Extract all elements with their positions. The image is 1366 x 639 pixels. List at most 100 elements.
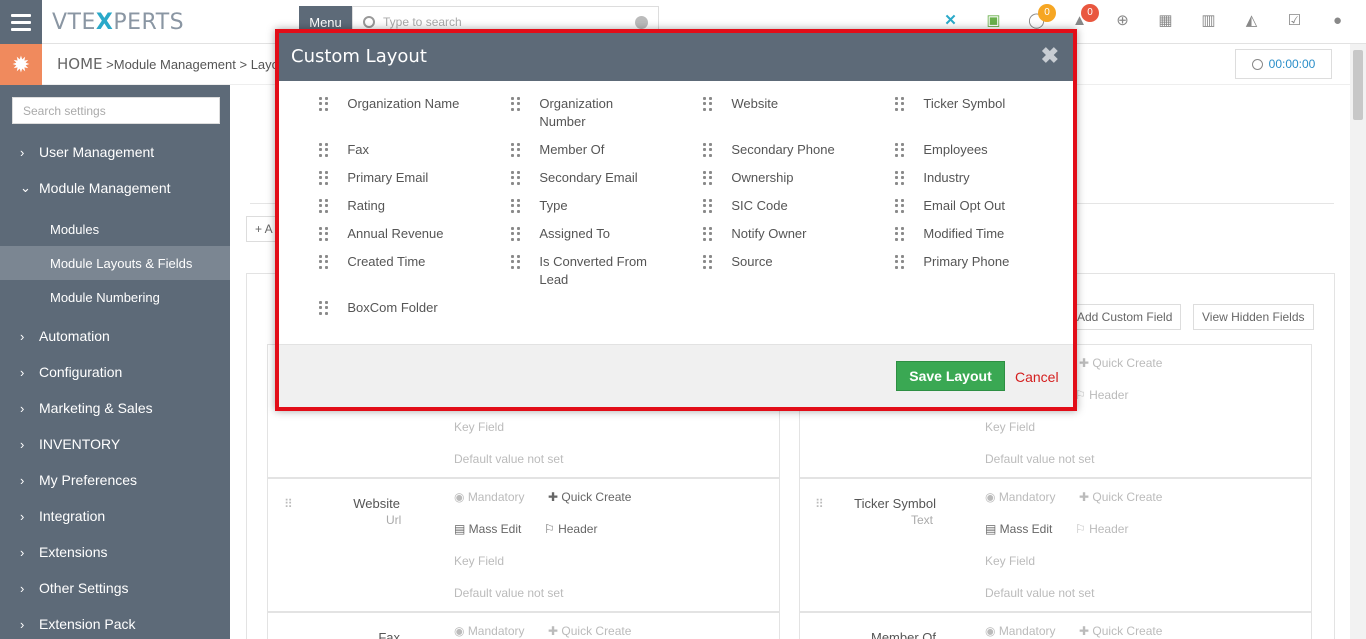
draggable-field-item[interactable]: Rating xyxy=(279,197,469,215)
quick-create-toggle[interactable]: ✚ Quick Create xyxy=(1079,490,1162,504)
bell-icon[interactable]: ▲ 0 xyxy=(1071,4,1099,29)
sidebar-item-module-management[interactable]: ⌄ Module Management xyxy=(0,170,230,206)
drag-handle-icon[interactable] xyxy=(703,97,712,111)
drag-handle-icon[interactable] xyxy=(319,301,328,315)
draggable-field-item[interactable]: Created Time xyxy=(279,253,469,271)
drag-handle-icon[interactable] xyxy=(511,143,520,157)
draggable-field-item[interactable]: Ticker Symbol xyxy=(855,95,1045,113)
scrollbar-thumb[interactable] xyxy=(1353,50,1363,120)
search-options-icon[interactable] xyxy=(635,16,648,29)
drag-handle-icon[interactable] xyxy=(703,143,712,157)
key-field-toggle[interactable]: Key Field xyxy=(985,420,1035,434)
drag-handle-icon[interactable] xyxy=(319,255,328,269)
draggable-field-item[interactable]: Primary Phone xyxy=(855,253,1045,271)
draggable-field-item[interactable]: Ownership xyxy=(663,169,853,187)
mandatory-toggle[interactable]: ◉ Mandatory xyxy=(454,490,525,504)
view-hidden-fields-button[interactable]: View Hidden Fields xyxy=(1193,304,1314,330)
header-toggle[interactable]: ⚐ Header xyxy=(544,522,597,536)
drag-handle-icon[interactable] xyxy=(895,97,904,111)
quick-create-toggle[interactable]: ✚ Quick Create xyxy=(1079,356,1162,370)
sidebar-item-automation[interactable]: › Automation xyxy=(0,318,230,354)
mass-edit-toggle[interactable]: ▤ Mass Edit xyxy=(985,522,1052,536)
header-toggle[interactable]: ⚐ Header xyxy=(1075,522,1128,536)
drag-handle-icon[interactable] xyxy=(703,227,712,241)
key-field-toggle[interactable]: Key Field xyxy=(454,554,504,568)
drag-handle-icon[interactable] xyxy=(511,97,520,111)
sidebar-subitem-modules[interactable]: Modules xyxy=(0,212,230,246)
drag-handle-icon[interactable]: ⠿ xyxy=(284,497,293,511)
quick-create-toggle[interactable]: ✚ Quick Create xyxy=(548,624,631,638)
hamburger-menu-icon[interactable] xyxy=(0,0,42,44)
chat-icon[interactable]: ◯ 0 xyxy=(1028,4,1056,29)
drag-handle-icon[interactable] xyxy=(895,255,904,269)
sidebar-subitem-module-numbering[interactable]: Module Numbering xyxy=(0,280,230,314)
quick-create-toggle[interactable]: ✚ Quick Create xyxy=(1079,624,1162,638)
drag-handle-icon[interactable] xyxy=(319,97,328,111)
drag-handle-icon[interactable] xyxy=(895,171,904,185)
drag-handle-icon[interactable] xyxy=(895,143,904,157)
task-check-icon[interactable]: ☑ xyxy=(1286,12,1303,29)
sidebar-item-user-management[interactable]: › User Management xyxy=(0,134,230,170)
draggable-field-item[interactable]: Secondary Phone xyxy=(663,141,853,159)
draggable-field-item[interactable]: Website xyxy=(663,95,853,113)
key-field-toggle[interactable]: Key Field xyxy=(454,420,504,434)
brand-logo[interactable]: VTEXPERTS xyxy=(52,10,184,35)
sidebar-item-my-preferences[interactable]: › My Preferences xyxy=(0,462,230,498)
user-icon[interactable]: ● xyxy=(1329,12,1346,29)
draggable-field-item[interactable]: Organization Name xyxy=(279,95,469,113)
calendar-check-icon[interactable]: ▣ xyxy=(985,12,1002,29)
mandatory-toggle[interactable]: ◉ Mandatory xyxy=(985,624,1056,638)
close-icon[interactable]: ✖ xyxy=(1041,43,1059,69)
draggable-field-item[interactable]: Annual Revenue xyxy=(279,225,469,243)
draggable-field-item[interactable]: Email Opt Out xyxy=(855,197,1045,215)
breadcrumb-home[interactable]: HOME xyxy=(57,55,103,73)
add-custom-field-button[interactable]: Add Custom Field xyxy=(1068,304,1182,330)
draggable-field-item[interactable]: Source xyxy=(663,253,853,271)
timer-button[interactable]: 00:00:00 xyxy=(1235,49,1332,79)
breadcrumb-module-management[interactable]: Module Management xyxy=(114,57,236,72)
drag-handle-icon[interactable] xyxy=(319,227,328,241)
add-icon[interactable]: ⊕ xyxy=(1114,12,1131,29)
sidebar-item-marketing-sales[interactable]: › Marketing & Sales xyxy=(0,390,230,426)
area-chart-icon[interactable]: ◭ xyxy=(1243,12,1260,29)
drag-handle-icon[interactable] xyxy=(511,171,520,185)
calendar-icon[interactable]: ▦ xyxy=(1157,12,1174,29)
drag-handle-icon[interactable] xyxy=(319,199,328,213)
sidebar-item-extension-pack[interactable]: › Extension Pack xyxy=(0,606,230,639)
draggable-field-item[interactable]: SIC Code xyxy=(663,197,853,215)
drag-handle-icon[interactable] xyxy=(511,199,520,213)
draggable-field-item[interactable]: Type xyxy=(471,197,661,215)
settings-search-input[interactable]: Search settings xyxy=(12,97,220,124)
draggable-field-item[interactable]: Modified Time xyxy=(855,225,1045,243)
draggable-field-item[interactable]: Industry xyxy=(855,169,1045,187)
quick-create-toggle[interactable]: ✚ Quick Create xyxy=(548,490,631,504)
page-scrollbar[interactable] xyxy=(1350,44,1366,639)
drag-handle-icon[interactable] xyxy=(895,227,904,241)
drag-handle-icon[interactable] xyxy=(703,255,712,269)
mandatory-toggle[interactable]: ◉ Mandatory xyxy=(454,624,525,638)
cancel-link[interactable]: Cancel xyxy=(1015,369,1059,385)
draggable-field-item[interactable]: Employees xyxy=(855,141,1045,159)
drag-handle-icon[interactable] xyxy=(511,227,520,241)
header-toggle[interactable]: ⚐ Header xyxy=(1075,388,1128,402)
drag-handle-icon[interactable] xyxy=(319,171,328,185)
drag-handle-icon[interactable] xyxy=(511,255,520,269)
draggable-field-item[interactable]: Primary Email xyxy=(279,169,469,187)
sidebar-item-integration[interactable]: › Integration xyxy=(0,498,230,534)
save-layout-button[interactable]: Save Layout xyxy=(896,361,1005,391)
sidebar-item-other-settings[interactable]: › Other Settings xyxy=(0,570,230,606)
sidebar-subitem-module-layouts-fields[interactable]: Module Layouts & Fields xyxy=(0,246,230,280)
sidebar-item-inventory[interactable]: › INVENTORY xyxy=(0,426,230,462)
sidebar-item-extensions[interactable]: › Extensions xyxy=(0,534,230,570)
drag-handle-icon[interactable] xyxy=(895,199,904,213)
mass-edit-toggle[interactable]: ▤ Mass Edit xyxy=(454,522,521,536)
draggable-field-item[interactable]: Organization Number xyxy=(471,95,661,131)
drag-handle-icon[interactable]: ⠿ xyxy=(815,497,824,511)
sidebar-item-configuration[interactable]: › Configuration xyxy=(0,354,230,390)
key-field-toggle[interactable]: Key Field xyxy=(985,554,1035,568)
draggable-field-item[interactable]: Assigned To xyxy=(471,225,661,243)
bar-chart-icon[interactable]: ▥ xyxy=(1200,12,1217,29)
drag-handle-icon[interactable] xyxy=(703,171,712,185)
vtexperts-x-icon[interactable]: ✕ xyxy=(942,12,959,29)
draggable-field-item[interactable]: Member Of xyxy=(471,141,661,159)
